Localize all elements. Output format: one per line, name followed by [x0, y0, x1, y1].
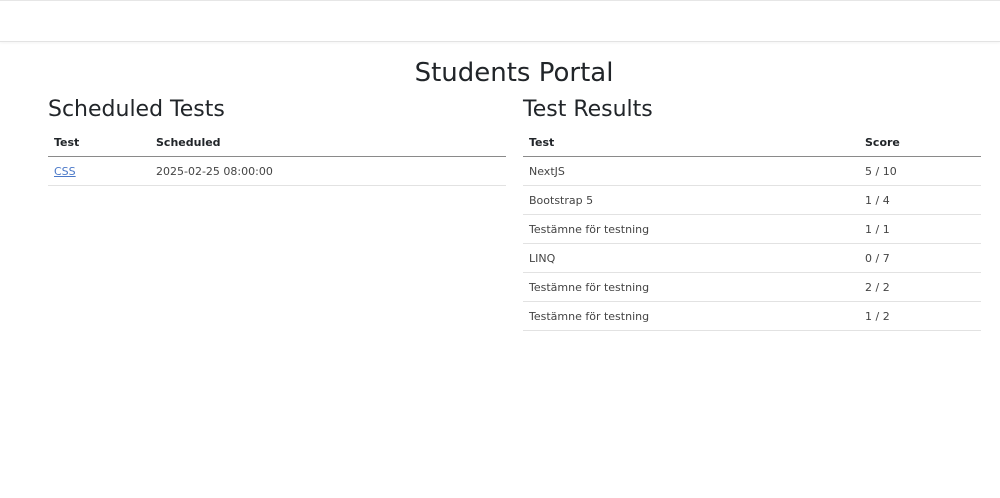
column-header-scheduled: Scheduled: [150, 128, 506, 157]
test-link-css[interactable]: CSS: [54, 165, 76, 178]
table-row: Bootstrap 5 1 / 4: [523, 185, 981, 215]
scheduled-tests-table: Test Scheduled CSS 2025-02-25 08:00:00: [48, 128, 506, 186]
scheduled-tests-heading: Scheduled Tests: [48, 97, 225, 122]
score-cell: 1 / 2: [859, 301, 981, 331]
score-cell: 5 / 10: [859, 156, 981, 186]
scheduled-cell: 2025-02-25 08:00:00: [150, 156, 506, 186]
test-results-heading: Test Results: [523, 97, 653, 122]
top-navbar: [0, 0, 1000, 42]
column-header-test: Test: [48, 128, 150, 157]
test-cell: CSS: [48, 156, 150, 186]
column-header-score: Score: [859, 128, 981, 157]
test-cell: Bootstrap 5: [523, 185, 859, 215]
score-cell: 2 / 2: [859, 272, 981, 302]
test-results-table: Test Score NextJS 5 / 10 Bootstrap 5 1 /…: [523, 128, 981, 331]
score-cell: 1 / 1: [859, 214, 981, 244]
test-cell: LINQ: [523, 243, 859, 273]
score-cell: 1 / 4: [859, 185, 981, 215]
table-row: Testämne för testning 1 / 1: [523, 214, 981, 244]
table-header-row: Test Score: [523, 128, 981, 157]
test-cell: NextJS: [523, 156, 859, 186]
table-row: Testämne för testning 2 / 2: [523, 272, 981, 302]
test-cell: Testämne för testning: [523, 301, 859, 331]
table-header-row: Test Scheduled: [48, 128, 506, 157]
test-results-panel: Test Results Test Score NextJS 5 / 10 Bo…: [523, 94, 981, 331]
table-row: Testämne för testning 1 / 2: [523, 301, 981, 331]
scheduled-tests-panel: Scheduled Tests Test Scheduled CSS 2025-…: [48, 94, 506, 186]
test-cell: Testämne för testning: [523, 272, 859, 302]
table-row: LINQ 0 / 7: [523, 243, 981, 273]
test-cell: Testämne för testning: [523, 214, 859, 244]
column-header-test: Test: [523, 128, 859, 157]
table-row: NextJS 5 / 10: [523, 156, 981, 186]
page-title: Students Portal: [414, 58, 614, 88]
table-row: CSS 2025-02-25 08:00:00: [48, 156, 506, 186]
score-cell: 0 / 7: [859, 243, 981, 273]
